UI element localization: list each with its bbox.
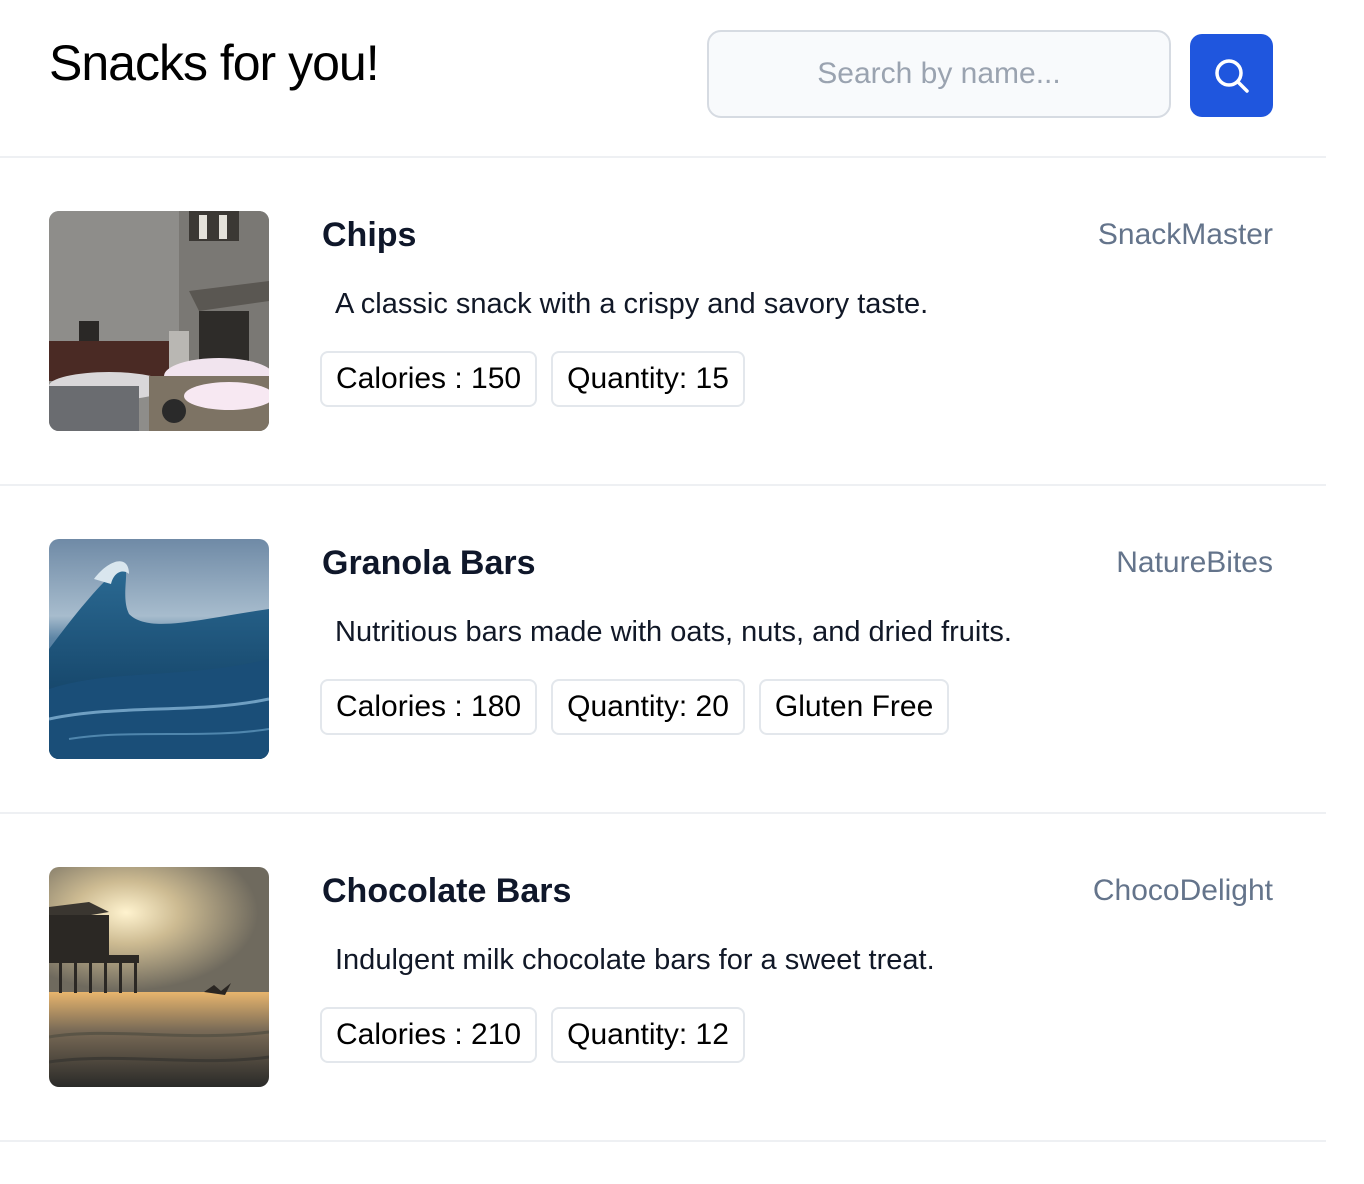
snack-brand: NatureBites	[1116, 546, 1273, 579]
snack-name: Chips	[322, 216, 417, 254]
search-button[interactable]	[1190, 34, 1273, 117]
snack-image	[49, 867, 269, 1087]
snowy-street-photo	[49, 211, 269, 431]
snack-tags: Calories : 180 Quantity: 20 Gluten Free	[320, 679, 950, 735]
snack-card[interactable]: Chocolate Bars ChocoDelight Indulgent mi…	[0, 814, 1326, 1142]
snack-description: A classic snack with a crispy and savory…	[335, 288, 929, 320]
snack-card[interactable]: Chips SnackMaster A classic snack with a…	[0, 158, 1326, 486]
snack-name: Chocolate Bars	[322, 872, 572, 910]
snack-brand: SnackMaster	[1097, 218, 1273, 251]
search-input[interactable]	[707, 30, 1171, 118]
snack-name: Granola Bars	[322, 544, 536, 582]
app: Snacks for you! Search by name... Chips …	[0, 0, 1326, 1142]
snack-description: Nutritious bars made with oats, nuts, an…	[335, 616, 1012, 648]
quantity-tag: Quantity: 15	[551, 351, 745, 407]
snack-tags: Calories : 150 Quantity: 15	[320, 351, 745, 407]
snack-card[interactable]: Granola Bars NatureBites Nutritious bars…	[0, 486, 1326, 814]
calories-tag: Calories : 180	[320, 679, 538, 735]
snack-list: Chips SnackMaster A classic snack with a…	[0, 158, 1326, 1142]
calories-tag: Calories : 210	[320, 1007, 538, 1063]
snack-tags: Calories : 210 Quantity: 12	[320, 1007, 745, 1063]
snack-image	[49, 539, 269, 759]
pier-sunset-photo	[49, 867, 269, 1087]
search-icon	[1212, 56, 1252, 96]
snack-description: Indulgent milk chocolate bars for a swee…	[335, 944, 935, 976]
quantity-tag: Quantity: 20	[551, 679, 745, 735]
snack-brand: ChocoDelight	[1092, 874, 1273, 907]
quantity-tag: Quantity: 12	[551, 1007, 745, 1063]
page-header: Snacks for you!	[0, 0, 1326, 158]
page-title: Snacks for you!	[49, 35, 380, 91]
ocean-wave-photo	[49, 539, 269, 759]
snack-image	[49, 211, 269, 431]
calories-tag: Calories : 150	[320, 351, 538, 407]
gluten-free-tag: Gluten Free	[758, 679, 950, 735]
